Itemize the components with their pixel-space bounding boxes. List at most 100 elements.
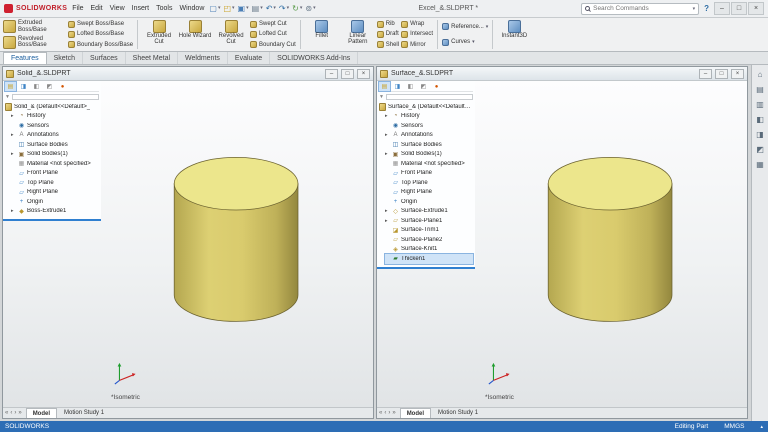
cylinder-model[interactable] [525, 133, 695, 348]
lofted-cut-button[interactable]: Lofted Cut [250, 29, 296, 39]
command-search[interactable]: ▾ [581, 2, 700, 15]
window-close-button[interactable]: × [357, 68, 370, 79]
tree-root-item[interactable]: Surface_& (Default<<Default>_Disp [379, 102, 473, 112]
menu-item[interactable]: Tools [156, 5, 172, 12]
tree-item[interactable]: ▸ ▱ Surface-Plane1 [385, 216, 473, 226]
tab-scroll-next-icon[interactable]: › [388, 410, 390, 416]
tab-surfaces[interactable]: Surfaces [83, 52, 126, 64]
tree-item[interactable]: ◫ Surface Bodies [11, 140, 99, 150]
tree-item[interactable]: ▸ ◔ History [385, 112, 473, 122]
propertymanager-tab-icon[interactable]: ◨ [392, 82, 403, 91]
scene-icon[interactable]: ◩ [756, 146, 764, 154]
tree-filter[interactable]: ▼ [5, 93, 99, 101]
tree-filter[interactable]: ▼ [379, 93, 473, 101]
tree-item[interactable]: ▰ Thicken1 [384, 253, 474, 265]
tab-motion-study[interactable]: Motion Study 1 [432, 408, 484, 418]
reference-geometry-button[interactable]: Reference... ▾ [442, 22, 488, 32]
tab-scroll-first-icon[interactable]: « [379, 410, 382, 416]
tree-item[interactable]: ▦ Material <not specified> [385, 159, 473, 169]
tab-motion-study[interactable]: Motion Study 1 [58, 408, 110, 418]
configurationmanager-tab-icon[interactable]: ◧ [31, 82, 42, 91]
tab-weldments[interactable]: Weldments [178, 52, 228, 64]
menu-item[interactable]: Edit [91, 5, 103, 12]
filter-input[interactable] [11, 94, 99, 100]
close-button[interactable]: × [748, 2, 764, 15]
toolbar-button[interactable]: ◰ ▾ [223, 4, 234, 13]
tree-item[interactable]: ▱ Front Plane [11, 169, 99, 179]
tree-item[interactable]: ◈ Surface-Knit1 [385, 245, 473, 255]
tab-sketch[interactable]: Sketch [47, 52, 84, 64]
tree-item[interactable]: ◫ Surface Bodies [385, 140, 473, 150]
revolved-cut-button[interactable]: Revolved Cut [214, 19, 248, 50]
tab-scroll-last-icon[interactable]: » [18, 410, 21, 416]
tab-scroll-first-icon[interactable]: « [5, 410, 8, 416]
expand-arrow-icon[interactable]: ▸ [11, 151, 16, 157]
tree-item[interactable]: ▸ A Annotations [11, 131, 99, 141]
boundary-boss-button[interactable]: Boundary Boss/Base [68, 40, 133, 50]
tab-scroll-prev-icon[interactable]: ‹ [10, 410, 12, 416]
window-minimize-button[interactable]: – [325, 68, 338, 79]
expand-arrow-icon[interactable]: ▸ [385, 151, 390, 157]
displaymanager-tab-icon[interactable]: ● [431, 82, 442, 91]
tree-item[interactable]: ◉ Sensors [11, 121, 99, 131]
configurationmanager-tab-icon[interactable]: ◧ [405, 82, 416, 91]
rib-button[interactable]: Rib [376, 19, 399, 29]
tree-item[interactable]: ▱ Front Plane [385, 169, 473, 179]
tab-scroll-prev-icon[interactable]: ‹ [384, 410, 386, 416]
tree-item[interactable]: ▸ ▣ Solid Bodies(1) [11, 150, 99, 160]
tab-features[interactable]: Features [3, 52, 47, 64]
tree-item[interactable]: ▸ ◔ History [11, 112, 99, 122]
tab-model[interactable]: Model [399, 408, 432, 418]
filter-input[interactable] [385, 94, 473, 100]
expand-arrow-icon[interactable]: ▸ [11, 208, 16, 214]
menu-item[interactable]: Window [179, 5, 204, 12]
revolved-boss-button[interactable]: Revolved Boss/Base [2, 35, 66, 50]
status-units[interactable]: MMGS [724, 423, 744, 430]
window-titlebar[interactable]: Surface_&.SLDPRT – □ × [377, 67, 747, 81]
dimxpertmanager-tab-icon[interactable]: ◩ [418, 82, 429, 91]
graphics-area[interactable]: *Isometric ▤ ◨ ◧ ◩ ● [3, 81, 373, 407]
toolbar-button[interactable]: ⊚ ▾ [305, 4, 315, 13]
window-maximize-button[interactable]: □ [715, 68, 728, 79]
tab-evaluate[interactable]: Evaluate [228, 52, 271, 64]
chevron-up-icon[interactable]: ▴ [760, 424, 763, 430]
toolbar-button[interactable]: ↻ ▾ [292, 4, 302, 13]
tree-item[interactable]: ▱ Right Plane [385, 188, 473, 198]
tree-item[interactable]: ▱ Surface-Plane2 [385, 235, 473, 245]
swept-boss-button[interactable]: Swept Boss/Base [68, 19, 133, 29]
wrap-button[interactable]: Wrap [401, 19, 433, 29]
toolbar-button[interactable]: ↶ ▾ [266, 4, 276, 13]
design-library-icon[interactable]: ▤ [756, 86, 764, 94]
tree-item[interactable]: ▦ Material <not specified> [11, 159, 99, 169]
tree-item[interactable]: ▸ ▣ Solid Bodies(1) [385, 150, 473, 160]
tree-item[interactable]: ▸ ◇ Surface-Extrude1 [385, 207, 473, 217]
lofted-boss-button[interactable]: Lofted Boss/Base [68, 29, 133, 39]
maximize-button[interactable]: □ [731, 2, 747, 15]
fillet-button[interactable]: Fillet [305, 19, 339, 50]
tab-solidworks-addins[interactable]: SOLIDWORKS Add-Ins [270, 52, 359, 64]
tree-item[interactable]: ▸ ◆ Boss-Extrude1 [11, 207, 99, 217]
displaymanager-tab-icon[interactable]: ● [57, 82, 68, 91]
tree-item[interactable]: ◪ Surface-Trim1 [385, 226, 473, 236]
expand-arrow-icon[interactable]: ▸ [385, 218, 390, 224]
swept-cut-button[interactable]: Swept Cut [250, 19, 296, 29]
tab-sheet-metal[interactable]: Sheet Metal [126, 52, 179, 64]
toolbar-button[interactable]: ▣ ▾ [238, 4, 249, 13]
tree-root-item[interactable]: Solid_& (Default<<Default>_ [5, 102, 99, 112]
expand-arrow-icon[interactable]: ▸ [11, 113, 16, 119]
curves-button[interactable]: Curves ▾ [442, 37, 488, 47]
tree-item[interactable]: ◉ Sensors [385, 121, 473, 131]
cylinder-model[interactable] [151, 133, 321, 348]
tree-item[interactable]: ▸ A Annotations [385, 131, 473, 141]
mirror-button[interactable]: Mirror [401, 40, 433, 50]
menu-item[interactable]: File [72, 5, 83, 12]
window-titlebar[interactable]: Solid_&.SLDPRT – □ × [3, 67, 373, 81]
intersect-button[interactable]: Intersect [401, 29, 433, 39]
hole-wizard-button[interactable]: Hole Wizard [178, 19, 212, 50]
expand-arrow-icon[interactable]: ▸ [385, 113, 390, 119]
window-minimize-button[interactable]: – [699, 68, 712, 79]
tree-item[interactable]: + Origin [385, 197, 473, 207]
tree-item[interactable]: ▱ Top Plane [11, 178, 99, 188]
view-palette-icon[interactable]: ◧ [756, 116, 764, 124]
chevron-down-icon[interactable]: ▾ [693, 6, 696, 12]
